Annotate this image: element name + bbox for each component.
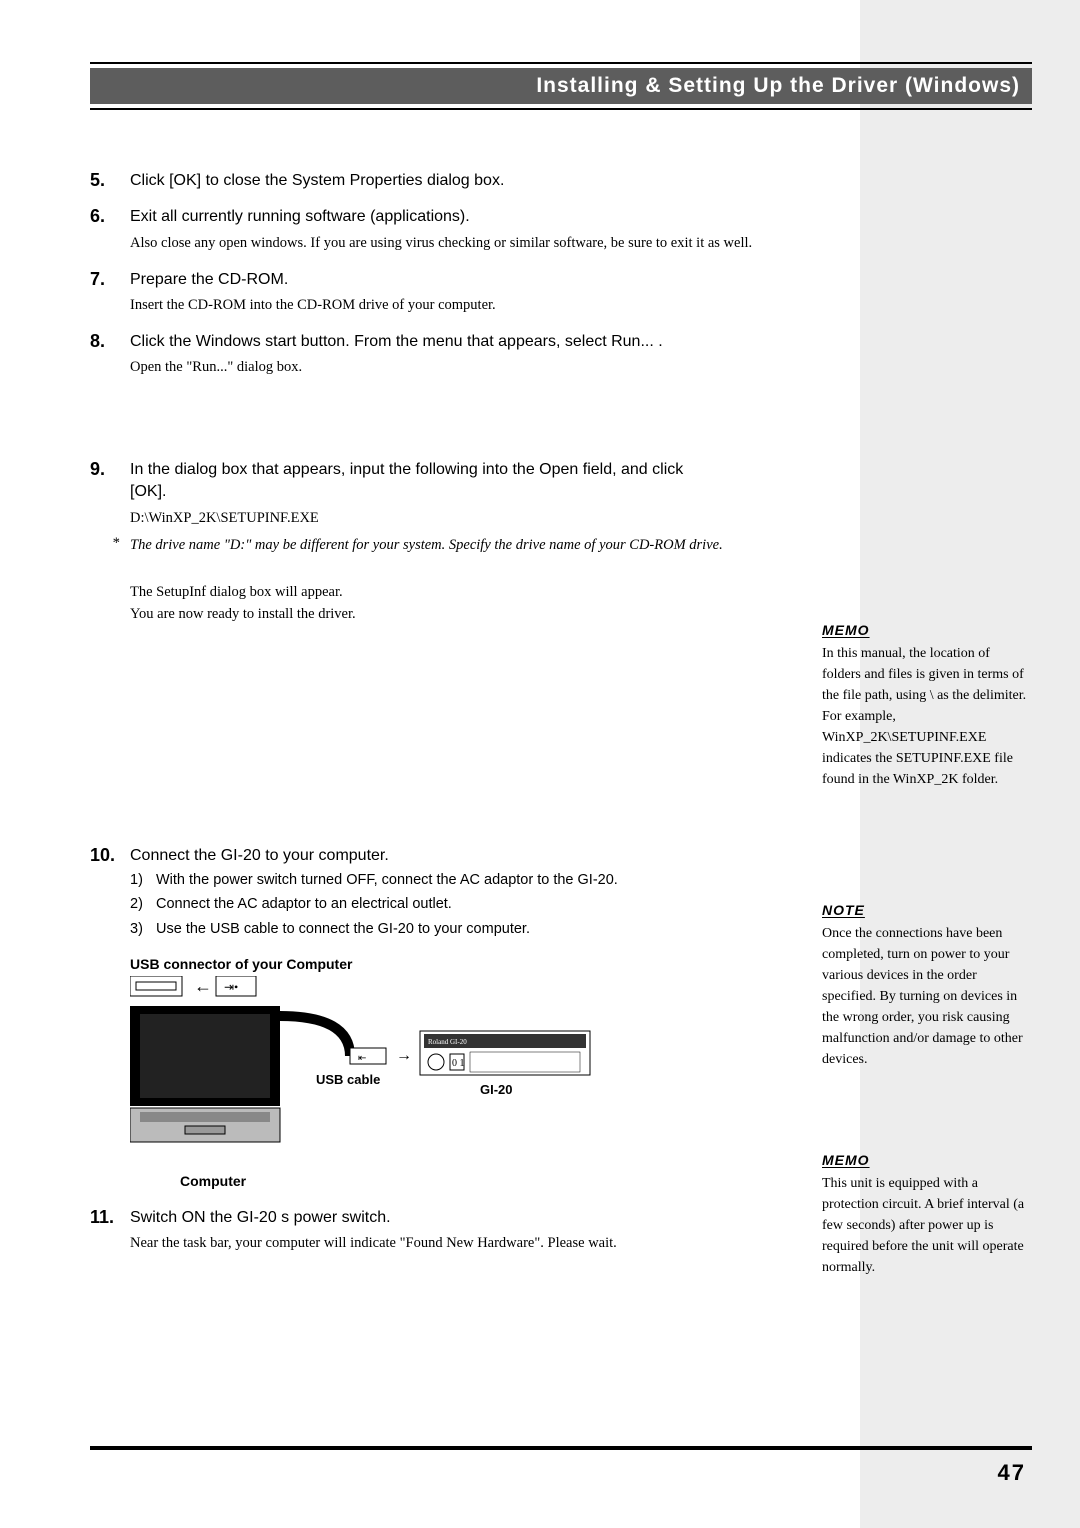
step-5: 5. Click [OK] to close the System Proper… — [90, 170, 830, 192]
step-subtext: Open the "Run..." dialog box. — [130, 357, 830, 379]
step-note-row: * The drive name "D:" may be different f… — [112, 535, 830, 557]
svg-text:⇤: ⇤ — [358, 1053, 366, 1064]
step-text: Connect the GI-20 to your computer. — [130, 845, 830, 867]
svg-text:0 1: 0 1 — [452, 1058, 465, 1069]
step-number: 11. — [90, 1207, 130, 1255]
asterisk: * — [112, 535, 130, 557]
step-path: D:\WinXP_2K\SETUPINF.EXE — [130, 508, 830, 530]
step-after-1: The SetupInf dialog box will appear. — [130, 581, 830, 603]
step-text: Switch ON the GI-20 s power switch. — [130, 1207, 830, 1229]
section-title-bar: Installing & Setting Up the Driver (Wind… — [90, 62, 1032, 110]
step-6: 6. Exit all currently running software (… — [90, 206, 830, 254]
step-text: Prepare the CD-ROM. — [130, 269, 830, 291]
step-text: In the dialog box that appears, input th… — [130, 459, 710, 504]
step-subtext: Near the task bar, your computer will in… — [130, 1233, 830, 1255]
usb-cable-label: USB cable — [316, 1072, 380, 1087]
computer-label: Computer — [180, 1173, 830, 1189]
diagram-svg: ← ⇥• ⇤ → Roland GI-20 0 1 USB cable GI-2… — [130, 976, 610, 1166]
substep-1: 1)With the power switch turned OFF, conn… — [130, 868, 830, 893]
step-10: 10. Connect the GI-20 to your computer. … — [90, 845, 830, 941]
step-subtext: Insert the CD-ROM into the CD-ROM drive … — [130, 295, 830, 317]
gi20-label: GI-20 — [480, 1082, 513, 1097]
page-number: 47 — [998, 1460, 1026, 1486]
diagram-title: USB connector of your Computer — [130, 956, 830, 972]
note-text: Once the connections have been completed… — [822, 923, 1032, 1070]
sidebar-memo-2: MEMO This unit is equipped with a protec… — [822, 1150, 1032, 1278]
memo-label: MEMO — [822, 620, 1032, 641]
memo-text: This unit is equipped with a protection … — [822, 1173, 1032, 1278]
sidebar-note-1: NOTE Once the connections have been comp… — [822, 900, 1032, 1070]
step-text: Exit all currently running software (app… — [130, 206, 830, 228]
step-8: 8. Click the Windows start button. From … — [90, 331, 830, 379]
substep-3: 3)Use the USB cable to connect the GI-20… — [130, 917, 830, 942]
step-after-2: You are now ready to install the driver. — [130, 604, 830, 626]
svg-text:⇥•: ⇥• — [224, 980, 238, 994]
steps-column: 5. Click [OK] to close the System Proper… — [90, 170, 830, 1269]
step-7: 7. Prepare the CD-ROM. Insert the CD-ROM… — [90, 269, 830, 317]
svg-text:Roland GI-20: Roland GI-20 — [428, 1038, 467, 1046]
step-number: 7. — [90, 269, 130, 317]
memo-label: MEMO — [822, 1150, 1032, 1171]
bottom-rule — [90, 1446, 1032, 1450]
step-note: The drive name "D:" may be different for… — [130, 535, 723, 557]
step-text: Click [OK] to close the System Propertie… — [130, 170, 830, 192]
sidebar-memo-1: MEMO In this manual, the location of fol… — [822, 620, 1032, 790]
step-number: 10. — [90, 845, 130, 941]
memo-text: In this manual, the location of folders … — [822, 643, 1032, 790]
step-number: 6. — [90, 206, 130, 254]
step-9: 9. In the dialog box that appears, input… — [90, 459, 830, 626]
step-subtext: Also close any open windows. If you are … — [130, 233, 830, 255]
step-11: 11. Switch ON the GI-20 s power switch. … — [90, 1207, 830, 1255]
step-number: 5. — [90, 170, 130, 192]
step-text: Click the Windows start button. From the… — [130, 331, 830, 353]
svg-text:→: → — [396, 1047, 412, 1064]
svg-text:←: ← — [194, 976, 212, 996]
note-label: NOTE — [822, 900, 1032, 921]
section-title: Installing & Setting Up the Driver (Wind… — [90, 68, 1032, 104]
step-number: 8. — [90, 331, 130, 379]
substep-2: 2)Connect the AC adaptor to an electrica… — [130, 892, 830, 917]
connection-diagram: USB connector of your Computer ← ⇥• ⇤ → … — [130, 956, 830, 1189]
